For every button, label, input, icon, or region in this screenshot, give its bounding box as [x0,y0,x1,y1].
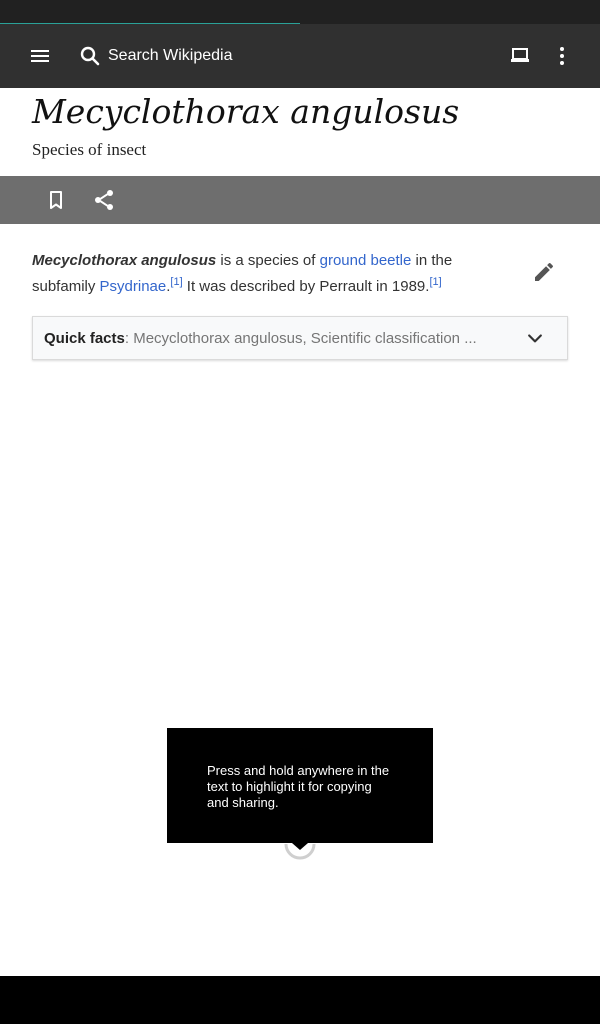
tooltip-pointer [284,836,316,860]
quick-facts-text: : Mecyclothorax angulosus, Scientific cl… [124,329,477,347]
quick-facts-summary: Quick facts: Mecyclothorax angulosus, Sc… [44,330,514,347]
search-icon [78,44,102,68]
search-bar[interactable]: Search Wikipedia [78,36,478,76]
page-description: Species of insect [32,140,147,159]
toolbar: Search Wikipedia [0,24,600,88]
navigation-bar [0,976,600,1024]
lead-text-1: is a species of [216,252,320,269]
more-vert-icon[interactable] [542,36,582,76]
hamburger-menu-icon[interactable] [20,36,60,76]
page-title: Mecyclothorax angulosus [32,92,460,131]
share-icon[interactable] [88,184,120,216]
link-ground-beetle[interactable]: ground beetle [320,252,412,269]
search-input[interactable]: Search Wikipedia [108,47,233,65]
quick-facts-box[interactable]: Quick facts: Mecyclothorax angulosus, Sc… [32,316,568,360]
lead-term: Mecyclothorax angulosus [32,252,217,269]
onboarding-tooltip[interactable]: Press and hold anywhere in the text to h… [167,728,433,843]
pencil-icon[interactable] [528,256,560,288]
article-lead-paragraph: Mecyclothorax angulosus is a species of … [32,248,502,300]
reference-link-2[interactable]: [1] [429,277,441,295]
lead-text-4: It was described by Perrault in 1989. [182,278,430,295]
reference-link-1[interactable]: [1] [170,277,182,295]
bookmark-icon[interactable] [40,184,72,216]
quick-facts-label: Quick facts [44,329,125,347]
status-bar [0,0,600,24]
link-psydrinae[interactable]: Psydrinae [100,278,167,295]
tabs-icon[interactable] [500,36,540,76]
tooltip-text: Press and hold anywhere in the text to h… [207,763,390,810]
article-action-bar [0,176,600,224]
chevron-down-icon[interactable] [523,326,547,350]
